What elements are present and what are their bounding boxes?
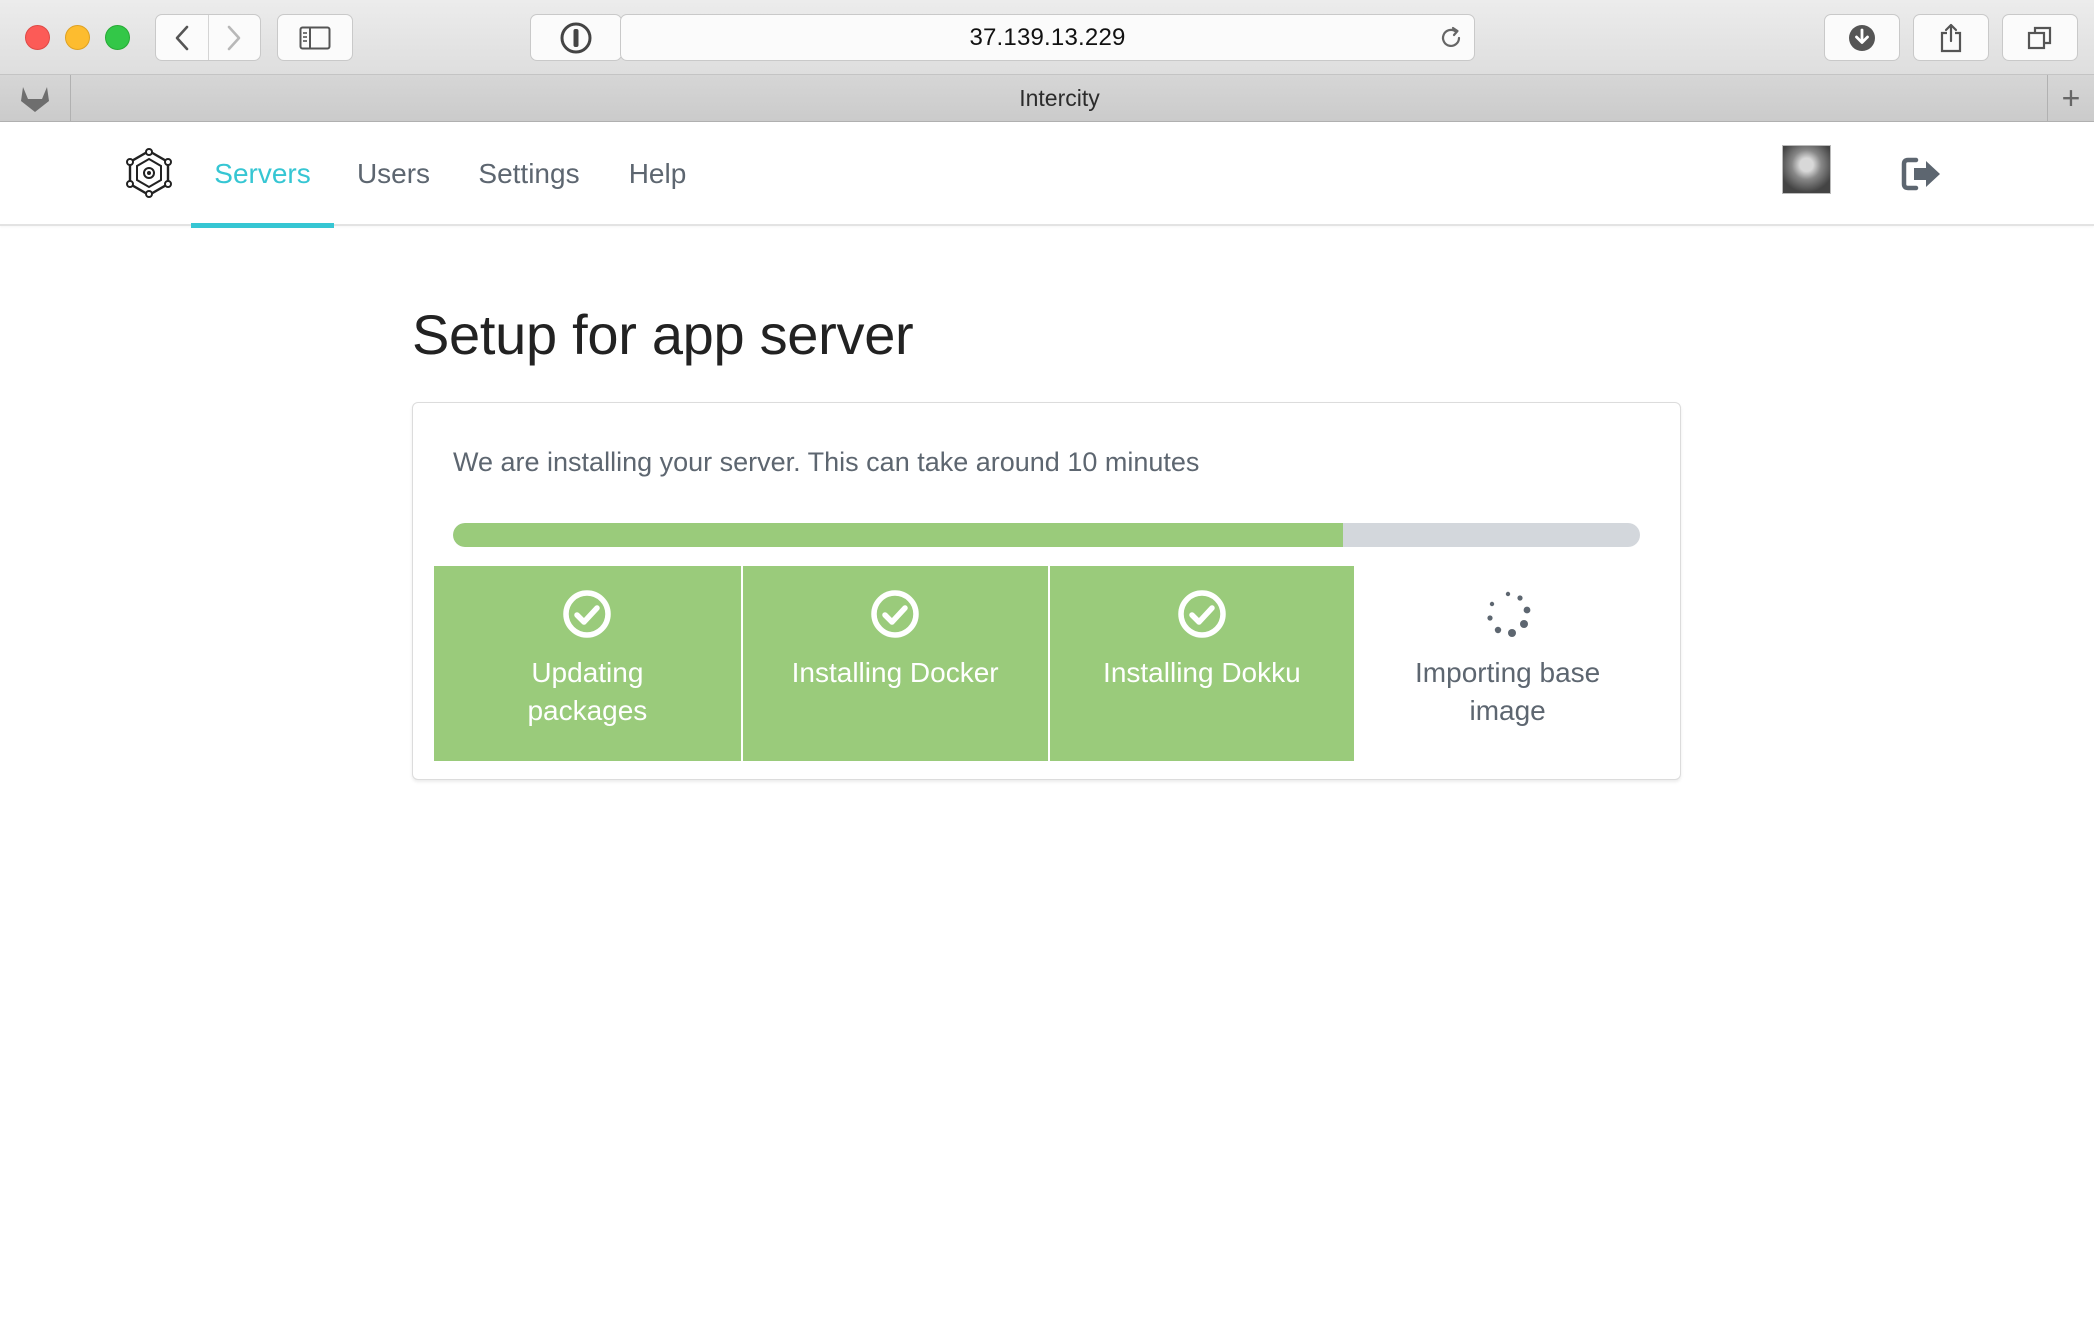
spinner-icon xyxy=(1487,591,1531,637)
history-nav-group xyxy=(155,14,261,61)
show-tabs-button[interactable] xyxy=(2002,14,2078,61)
chevron-left-icon xyxy=(175,25,189,50)
nav-servers[interactable]: Servers xyxy=(191,122,334,228)
install-progress-bar xyxy=(453,523,1640,547)
pinned-tab-gitlab[interactable] xyxy=(0,75,71,121)
sign-out-icon xyxy=(1901,157,1940,191)
step-label: Installing Dokku xyxy=(1103,657,1301,688)
address-bar[interactable]: 37.139.13.229 xyxy=(620,14,1475,61)
reload-button[interactable] xyxy=(1438,25,1464,56)
nav-users-label: Users xyxy=(356,158,431,189)
intercity-logo-icon[interactable] xyxy=(124,148,174,198)
browser-tab-bar: Intercity + xyxy=(0,75,2094,122)
nav-settings[interactable]: Settings xyxy=(460,122,598,226)
check-circle-icon xyxy=(1178,590,1226,638)
sidebar-toggle-button[interactable] xyxy=(277,14,353,61)
password-manager-button[interactable] xyxy=(530,14,622,61)
gitlab-logo-icon xyxy=(21,87,49,112)
check-circle-icon xyxy=(563,590,612,638)
close-window-button[interactable] xyxy=(25,25,50,50)
tab-title: Intercity xyxy=(1019,84,1100,111)
tabs-overview-icon xyxy=(2027,26,2052,49)
url-text: 37.139.13.229 xyxy=(969,23,1126,51)
step-importing-base-image: Importing base image xyxy=(1354,566,1661,761)
back-button[interactable] xyxy=(156,15,209,60)
step-installing-docker: Installing Docker xyxy=(740,566,1048,761)
progress-fill xyxy=(453,523,1344,547)
step-label: Importing base image xyxy=(1415,657,1601,726)
download-icon xyxy=(1849,24,1875,51)
share-button[interactable] xyxy=(1913,14,1989,61)
setup-card: We are installing your server. This can … xyxy=(412,402,1681,780)
step-updating-packages: Updating packages xyxy=(434,566,741,761)
minimize-window-button[interactable] xyxy=(65,25,90,50)
downloads-button[interactable] xyxy=(1824,14,1900,61)
reload-icon xyxy=(1441,26,1461,47)
check-circle-icon xyxy=(871,590,919,638)
active-tab[interactable]: Intercity xyxy=(72,75,2047,121)
zoom-window-button[interactable] xyxy=(105,25,130,50)
new-tab-button[interactable]: + xyxy=(2047,75,2094,121)
step-label: Installing Docker xyxy=(791,657,999,688)
share-icon xyxy=(1940,23,1962,52)
sidebar-icon xyxy=(299,26,331,49)
password-manager-icon xyxy=(560,22,592,53)
nav-settings-label: Settings xyxy=(478,158,580,189)
nav-help[interactable]: Help xyxy=(614,122,701,226)
logout-button[interactable] xyxy=(1900,154,1944,194)
nav-users[interactable]: Users xyxy=(345,122,442,226)
browser-toolbar: 37.139.13.229 xyxy=(0,0,2094,75)
app-navbar: Servers Users Settings Help xyxy=(0,122,2094,228)
plus-icon: + xyxy=(2061,79,2081,116)
step-label: Updating packages xyxy=(527,657,648,726)
chevron-right-icon xyxy=(227,25,241,50)
step-installing-dokku: Installing Dokku xyxy=(1047,566,1355,761)
setup-steps: Updating packages Installing Docker Inst… xyxy=(434,566,1661,761)
nav-servers-label: Servers xyxy=(214,158,311,189)
page-title: Setup for app server xyxy=(412,303,914,366)
nav-help-label: Help xyxy=(628,158,687,189)
install-message: We are installing your server. This can … xyxy=(453,447,1200,477)
forward-button[interactable] xyxy=(209,15,261,60)
user-avatar[interactable] xyxy=(1782,145,1831,194)
